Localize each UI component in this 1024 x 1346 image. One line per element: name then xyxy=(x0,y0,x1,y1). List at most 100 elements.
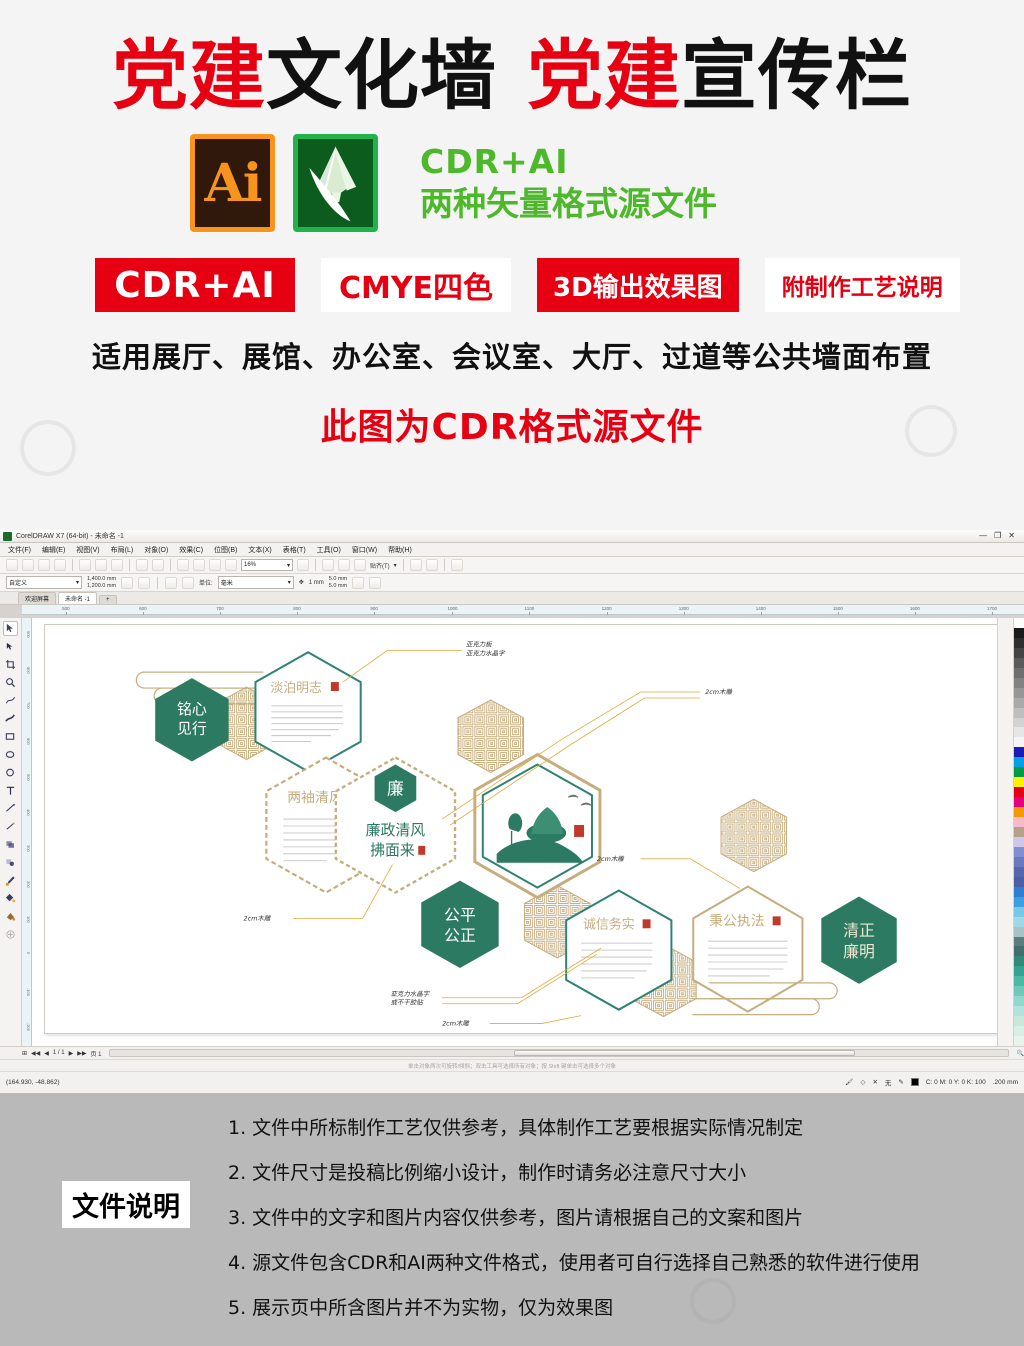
snap-objects-button[interactable] xyxy=(354,559,366,571)
save-button[interactable] xyxy=(38,559,50,571)
hex-mingxin[interactable]: 铭心 见行 xyxy=(155,678,229,762)
interactive-fill-tool[interactable] xyxy=(3,891,18,906)
color-eyedropper-tool[interactable] xyxy=(3,873,18,888)
color-palette[interactable] xyxy=(1013,618,1024,1046)
crop-tool[interactable] xyxy=(3,657,18,672)
prev-page-button[interactable]: ◀ xyxy=(44,1050,49,1057)
page-size-current-page-button[interactable] xyxy=(182,576,195,589)
tab-untitled-1[interactable]: 未命名 -1 xyxy=(58,592,98,604)
palette-swatch[interactable] xyxy=(1014,757,1024,768)
palette-swatch[interactable] xyxy=(1014,727,1024,738)
portrait-orientation-button[interactable] xyxy=(121,576,134,589)
menu-file[interactable]: 文件(F) xyxy=(8,545,31,555)
transparency-tool[interactable] xyxy=(3,855,18,870)
palette-swatch[interactable] xyxy=(1014,827,1024,837)
palette-swatch[interactable] xyxy=(1014,637,1024,648)
culture-wall-artwork[interactable]: 铭心 见行 淡泊明志 两袖清风 廉 廉政清风 拂面来 公平 公正 诚信务实 秉公… xyxy=(45,625,998,1033)
new-document-tab-button[interactable]: + xyxy=(99,595,117,604)
drop-shadow-tool[interactable] xyxy=(3,837,18,852)
polygon-tool[interactable] xyxy=(3,765,18,780)
menu-help[interactable]: 帮助(H) xyxy=(388,545,412,555)
palette-swatch[interactable] xyxy=(1014,906,1024,917)
palette-swatch[interactable] xyxy=(1014,966,1024,977)
straight-line-connector-tool[interactable] xyxy=(3,819,18,834)
hex-gongping[interactable]: 公平 公正 xyxy=(421,880,499,968)
menu-effects[interactable]: 效果(C) xyxy=(179,545,203,555)
shape-tool[interactable] xyxy=(3,639,18,654)
hex-lotus[interactable] xyxy=(473,752,602,900)
artistic-media-tool[interactable] xyxy=(3,711,18,726)
smart-fill-tool[interactable] xyxy=(3,909,18,924)
export-html-button[interactable] xyxy=(225,559,237,571)
palette-swatch[interactable] xyxy=(1014,866,1024,877)
quick-customize-button[interactable] xyxy=(3,927,18,942)
ellipse-tool[interactable] xyxy=(3,747,18,762)
next-page-button[interactable]: ▶ xyxy=(69,1050,74,1057)
first-page-button[interactable]: ◀◀ xyxy=(31,1050,40,1057)
palette-swatch[interactable] xyxy=(1014,817,1024,828)
export-button[interactable] xyxy=(193,559,205,571)
palette-swatch[interactable] xyxy=(1014,986,1024,997)
palette-swatch[interactable] xyxy=(1014,677,1024,688)
menu-object[interactable]: 对象(O) xyxy=(144,545,168,555)
hex-danbo[interactable]: 淡泊明志 xyxy=(254,651,362,773)
hex-binggong[interactable]: 秉公执法 xyxy=(692,885,804,1013)
new-button[interactable] xyxy=(6,559,18,571)
horizontal-ruler[interactable]: 500 600 700 800 900 1000 1100 1200 1300 1400 1500 1… xyxy=(22,605,1024,615)
palette-swatch[interactable] xyxy=(1014,687,1024,698)
palette-swatch[interactable] xyxy=(1014,627,1024,638)
palette-swatch[interactable] xyxy=(1014,876,1024,887)
nudge-value[interactable]: 1 mm xyxy=(309,580,324,586)
publish-pdf-button[interactable] xyxy=(209,559,221,571)
add-page-button[interactable]: ⊞ xyxy=(22,1050,27,1057)
cut-button[interactable] xyxy=(79,559,91,571)
palette-swatch[interactable] xyxy=(1014,767,1024,778)
document-page[interactable]: 铭心 见行 淡泊明志 两袖清风 廉 廉政清风 拂面来 公平 公正 诚信务实 秉公… xyxy=(44,624,999,1034)
redo-button[interactable] xyxy=(152,559,164,571)
palette-swatch[interactable] xyxy=(1014,618,1024,628)
palette-swatch[interactable] xyxy=(1014,667,1024,678)
copy-button[interactable] xyxy=(95,559,107,571)
menu-view[interactable]: 视图(V) xyxy=(76,545,99,555)
close-button[interactable]: ✕ xyxy=(1008,532,1015,540)
zoom-tool[interactable] xyxy=(3,675,18,690)
application-launcher-button[interactable] xyxy=(425,559,438,571)
menu-edit[interactable]: 编辑(E) xyxy=(42,545,65,555)
vertical-ruler[interactable]: 900 800 700 600 500 400 300 200 100 0 -100 -200 xyxy=(22,618,32,1046)
pick-tool[interactable] xyxy=(3,621,18,636)
palette-swatch[interactable] xyxy=(1014,926,1024,937)
menu-text[interactable]: 文本(X) xyxy=(248,545,271,555)
page-dimensions[interactable]: 1,400.0 mm 1,200.0 mm xyxy=(87,576,116,590)
palette-swatch[interactable] xyxy=(1014,787,1024,798)
paste-button[interactable] xyxy=(111,559,123,571)
menu-window[interactable]: 窗口(W) xyxy=(352,545,377,555)
import-button[interactable] xyxy=(177,559,189,571)
page-preset-combo[interactable]: 自定义 ▾ xyxy=(6,576,82,589)
palette-swatch[interactable] xyxy=(1014,916,1024,927)
canvas-scroll-area[interactable]: 铭心 见行 淡泊明志 两袖清风 廉 廉政清风 拂面来 公平 公正 诚信务实 秉公… xyxy=(32,618,1013,1046)
palette-swatch[interactable] xyxy=(1014,1036,1024,1046)
menu-table[interactable]: 表格(T) xyxy=(283,545,306,555)
palette-swatch[interactable] xyxy=(1014,1016,1024,1027)
fullscreen-preview-button[interactable] xyxy=(297,559,309,571)
palette-swatch[interactable] xyxy=(1014,996,1024,1007)
zoom-out-icon[interactable]: 🔍 xyxy=(1017,1050,1024,1057)
menu-tools[interactable]: 工具(O) xyxy=(317,545,341,555)
edit-across-layers-button[interactable] xyxy=(352,576,365,589)
minimize-button[interactable]: — xyxy=(979,532,987,540)
rectangle-tool[interactable] xyxy=(3,729,18,744)
palette-swatch[interactable] xyxy=(1014,846,1024,857)
horizontal-scrollbar-thumb[interactable] xyxy=(514,1050,855,1056)
palette-swatch[interactable] xyxy=(1014,856,1024,867)
units-combo[interactable]: 毫米 ▾ xyxy=(217,576,294,589)
docker-strip[interactable] xyxy=(997,618,1013,1046)
palette-swatch[interactable] xyxy=(1014,777,1024,788)
palette-swatch[interactable] xyxy=(1014,1006,1024,1017)
options-button[interactable] xyxy=(409,559,422,571)
parallel-dimension-tool[interactable] xyxy=(3,801,18,816)
palette-swatch[interactable] xyxy=(1014,707,1024,718)
print-button[interactable] xyxy=(54,559,66,571)
page-size-all-pages-button[interactable] xyxy=(165,576,178,589)
palette-swatch[interactable] xyxy=(1014,956,1024,967)
palette-swatch[interactable] xyxy=(1014,836,1024,847)
